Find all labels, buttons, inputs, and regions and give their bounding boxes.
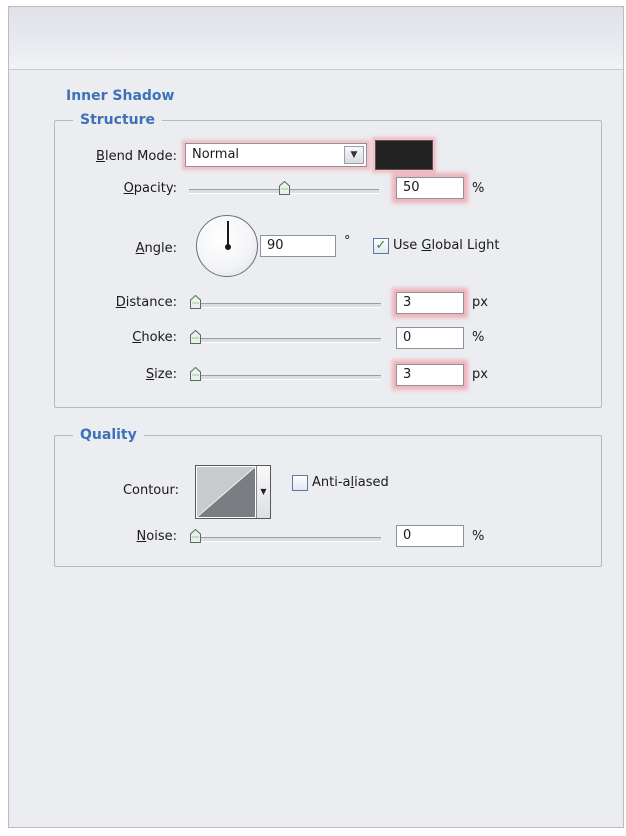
choke-label: Choke:	[132, 330, 177, 345]
angle-label: Angle:	[135, 241, 177, 256]
layer-style-panel: Inner Shadow Structure Blend Mode: Norma…	[8, 6, 624, 828]
opacity-slider[interactable]	[189, 181, 379, 198]
title-bar	[9, 7, 623, 70]
inner-shadow-title: Inner Shadow	[59, 87, 182, 105]
noise-slider-track[interactable]	[195, 537, 381, 542]
use-global-light-checkbox[interactable]: ✓	[373, 238, 389, 254]
size-field[interactable]: 3	[396, 364, 464, 386]
slider-thumb-icon[interactable]	[190, 529, 201, 543]
size-slider[interactable]	[190, 367, 381, 384]
opacity-unit: %	[472, 181, 485, 196]
noise-unit: %	[472, 529, 485, 544]
blend-mode-value: Normal	[192, 147, 240, 162]
contour-preview-icon	[197, 467, 255, 517]
size-label: Size:	[145, 367, 177, 382]
slider-thumb-icon[interactable]	[279, 181, 290, 195]
opacity-field[interactable]: 50	[396, 177, 464, 199]
choke-slider-track[interactable]	[195, 338, 381, 343]
noise-label: Noise:	[136, 529, 177, 544]
chevron-down-icon[interactable]: ▼	[256, 466, 270, 518]
checkmark-icon: ✓	[375, 238, 387, 253]
size-unit: px	[472, 367, 488, 382]
structure-title: Structure	[73, 111, 163, 129]
distance-slider[interactable]	[190, 295, 381, 312]
choke-unit: %	[472, 330, 485, 345]
slider-thumb-icon[interactable]	[190, 330, 201, 344]
blend-mode-select[interactable]: Normal ▼	[185, 143, 367, 167]
distance-unit: px	[472, 295, 488, 310]
noise-slider[interactable]	[190, 529, 381, 546]
choke-field[interactable]: 0	[396, 327, 464, 349]
choke-slider[interactable]	[190, 330, 381, 347]
anti-aliased-checkbox[interactable]	[292, 475, 308, 491]
angle-dial-center	[225, 244, 231, 250]
inner-shadow-title-text: Inner Shadow	[66, 88, 175, 104]
angle-field[interactable]: 90	[260, 235, 336, 257]
slider-thumb-icon[interactable]	[190, 367, 201, 381]
blend-color-swatch[interactable]	[375, 140, 433, 170]
noise-field[interactable]: 0	[396, 525, 464, 547]
opacity-label: Opacity:	[123, 181, 177, 196]
anti-aliased-label[interactable]: Anti-aliased	[312, 474, 389, 492]
size-slider-track[interactable]	[195, 375, 381, 380]
contour-label: Contour:	[122, 483, 179, 498]
quality-group	[54, 435, 602, 567]
slider-thumb-icon[interactable]	[190, 295, 201, 309]
distance-field[interactable]: 3	[396, 292, 464, 314]
quality-title: Quality	[73, 426, 144, 444]
angle-dial[interactable]	[196, 215, 258, 277]
chevron-down-icon[interactable]: ▼	[344, 146, 364, 164]
use-global-light-label[interactable]: Use Global Light	[393, 237, 499, 255]
distance-label: Distance:	[115, 295, 177, 310]
contour-picker[interactable]: ▼	[195, 465, 271, 519]
blend-mode-label: Blend Mode:	[96, 149, 177, 164]
angle-unit: °	[344, 234, 351, 249]
distance-slider-track[interactable]	[195, 303, 381, 308]
